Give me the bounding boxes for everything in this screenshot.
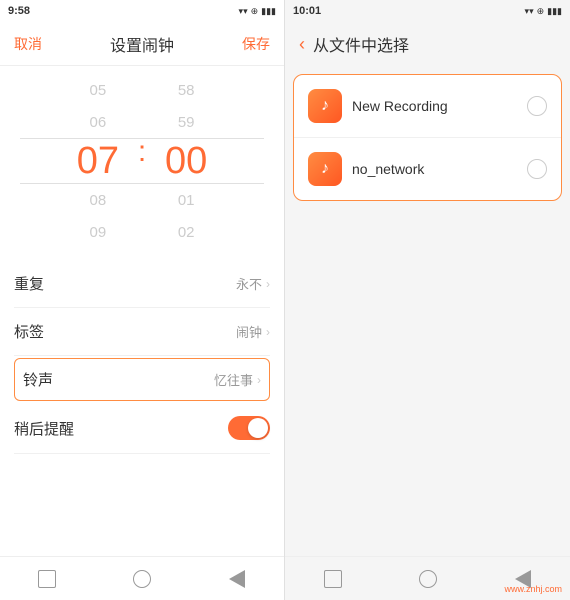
repeat-row[interactable]: 重复 永不 ›: [14, 260, 270, 308]
label-value[interactable]: 闹钟 ›: [236, 322, 270, 341]
min-row-above2: 58: [178, 74, 195, 106]
file-item-new-recording[interactable]: ♪ New Recording: [294, 75, 561, 138]
file-list: ♪ New Recording ♪ no_network: [293, 74, 562, 201]
toggle-knob: [248, 418, 268, 438]
nav-circle-button-right[interactable]: [414, 565, 442, 593]
watermark: www.znhj.com: [504, 584, 562, 594]
signal-icon: ▾▾: [239, 6, 248, 17]
label-row[interactable]: 标签 闹钟 ›: [14, 308, 270, 356]
label-chevron: ›: [266, 325, 270, 339]
ringtone-label: 铃声: [23, 369, 53, 390]
repeat-value[interactable]: 永不 ›: [236, 274, 270, 293]
min-row-below2: 02: [178, 216, 195, 248]
snooze-row[interactable]: 稍后提醒: [14, 403, 270, 454]
label-value-text: 闹钟: [236, 322, 262, 341]
circle-icon-right: [419, 570, 437, 588]
min-row-below1: 01: [178, 184, 195, 216]
back-button[interactable]: ‹: [299, 34, 305, 55]
label-label: 标签: [14, 321, 44, 342]
hour-column[interactable]: 05 06 07 08 09: [58, 74, 138, 248]
ringtone-value[interactable]: 忆往事 ›: [214, 370, 261, 389]
square-icon-right: [324, 570, 342, 588]
music-icon-1: ♪: [308, 89, 342, 123]
status-time-left: 9:58: [8, 5, 30, 17]
right-panel: 10:01 ▾▾ ⊕ ▮▮▮ ‹ 从文件中选择 ♪ New Recording …: [285, 0, 570, 600]
min-selected: 00: [165, 138, 207, 184]
time-separator: :: [138, 135, 146, 173]
battery-icon-right: ▮▮▮: [547, 6, 562, 17]
signal-icon-right: ▾▾: [525, 6, 534, 17]
status-icons-right: ▾▾ ⊕ ▮▮▮: [525, 6, 562, 17]
snooze-toggle[interactable]: [228, 416, 270, 440]
status-bar-left: 9:58 ▾▾ ⊕ ▮▮▮: [0, 0, 284, 22]
hour-selected: 07: [77, 138, 119, 184]
hour-row-above1: 06: [89, 106, 106, 138]
nav-square-button-right[interactable]: [319, 565, 347, 593]
cancel-button[interactable]: 取消: [14, 34, 42, 54]
time-picker[interactable]: 05 06 07 08 09 : 58 59 00 01 02: [0, 66, 284, 256]
nav-circle-button[interactable]: [128, 565, 156, 593]
wifi-icon: ⊕: [251, 6, 259, 17]
ringtone-chevron: ›: [257, 373, 261, 387]
hour-row-above2: 05: [89, 74, 106, 106]
alarm-header: 取消 设置闹钟 保存: [0, 22, 284, 66]
hour-row-below1: 08: [89, 184, 106, 216]
music-icon-2: ♪: [308, 152, 342, 186]
nav-square-button[interactable]: [33, 565, 61, 593]
status-icons-left: ▾▾ ⊕ ▮▮▮: [239, 6, 276, 17]
file-name-1: New Recording: [352, 98, 517, 114]
square-icon: [38, 570, 56, 588]
settings-list: 重复 永不 › 标签 闹钟 › 铃声 忆往事 › 稍后提醒: [0, 260, 284, 556]
file-item-no-network[interactable]: ♪ no_network: [294, 138, 561, 200]
battery-icon: ▮▮▮: [261, 6, 276, 17]
repeat-label: 重复: [14, 273, 44, 294]
radio-2[interactable]: [527, 159, 547, 179]
triangle-icon: [229, 570, 245, 588]
status-bar-right: 10:01 ▾▾ ⊕ ▮▮▮: [285, 0, 570, 22]
file-select-header: ‹ 从文件中选择: [285, 22, 570, 66]
nav-back-button[interactable]: [223, 565, 251, 593]
left-panel: 9:58 ▾▾ ⊕ ▮▮▮ 取消 设置闹钟 保存 05 06 07 08 09 …: [0, 0, 285, 600]
snooze-label: 稍后提醒: [14, 418, 74, 439]
wifi-icon-right: ⊕: [537, 6, 545, 17]
minute-column[interactable]: 58 59 00 01 02: [146, 74, 226, 248]
right-spacer: [285, 209, 570, 556]
ringtone-row[interactable]: 铃声 忆往事 ›: [14, 358, 270, 401]
alarm-title: 设置闹钟: [110, 32, 174, 56]
status-time-right: 10:01: [293, 5, 321, 17]
circle-icon: [133, 570, 151, 588]
min-row-above1: 59: [178, 106, 195, 138]
file-select-title: 从文件中选择: [313, 32, 409, 56]
hour-row-below2: 09: [89, 216, 106, 248]
bottom-nav-left: [0, 556, 284, 600]
radio-1[interactable]: [527, 96, 547, 116]
ringtone-value-text: 忆往事: [214, 370, 253, 389]
repeat-value-text: 永不: [236, 274, 262, 293]
repeat-chevron: ›: [266, 277, 270, 291]
save-button[interactable]: 保存: [242, 34, 270, 54]
file-name-2: no_network: [352, 161, 517, 177]
